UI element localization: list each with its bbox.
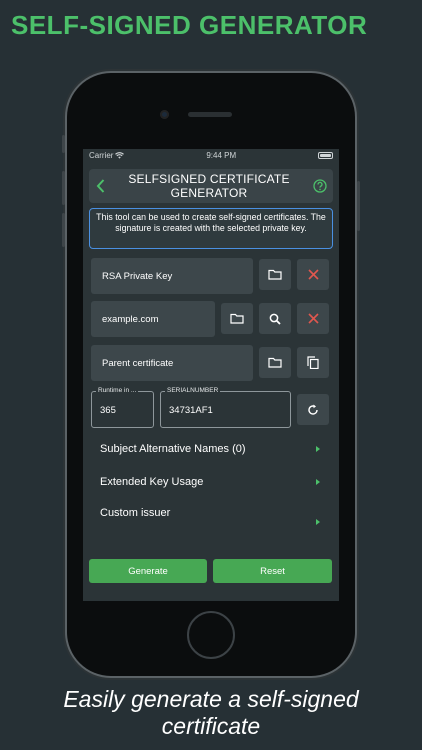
- earpiece: [188, 112, 232, 117]
- status-time: 9:44 PM: [206, 150, 237, 160]
- folder-icon[interactable]: [259, 347, 291, 378]
- chevron-right-icon: [316, 519, 320, 525]
- volume-up-button: [62, 171, 65, 205]
- extended-key-usage-label: Extended Key Usage: [100, 476, 204, 488]
- serial-number-label: SERIALNUMBER: [165, 387, 221, 394]
- wifi-icon: [115, 151, 125, 159]
- app-screen: Carrier 9:44 PM SELFSIGNED CERTIFICATE G…: [83, 149, 339, 601]
- folder-icon[interactable]: [259, 259, 291, 290]
- common-name-field[interactable]: example.com: [91, 301, 215, 337]
- extended-key-usage-row[interactable]: Extended Key Usage: [100, 476, 320, 488]
- custom-issuer-label: Custom issuer: [100, 507, 171, 519]
- serial-number-field[interactable]: SERIALNUMBER 34731AF1: [160, 387, 291, 428]
- front-camera: [160, 110, 169, 119]
- clear-common-name-icon[interactable]: [297, 303, 329, 334]
- carrier-label: Carrier: [89, 150, 114, 160]
- battery-icon: [318, 151, 333, 159]
- clear-private-key-icon[interactable]: [297, 259, 329, 290]
- parent-certificate-field[interactable]: Parent certificate: [91, 345, 253, 381]
- mute-switch: [62, 135, 65, 153]
- folder-icon[interactable]: [221, 303, 253, 334]
- promo-caption: Easily generate a self-signed certificat…: [63, 686, 359, 739]
- phone-frame: Carrier 9:44 PM SELFSIGNED CERTIFICATE G…: [62, 73, 360, 676]
- runtime-label: Runtime in ...: [96, 387, 139, 394]
- copy-icon[interactable]: [297, 347, 329, 378]
- serial-number-value: 34731AF1: [169, 405, 213, 416]
- volume-down-button: [62, 213, 65, 247]
- runtime-field[interactable]: Runtime in ... 365: [91, 387, 154, 428]
- navigation-bar: SELFSIGNED CERTIFICATE GENERATOR: [89, 169, 333, 203]
- san-label: Subject Alternative Names (0): [100, 443, 246, 455]
- refresh-icon[interactable]: [297, 394, 329, 425]
- search-icon[interactable]: [259, 303, 291, 334]
- runtime-value: 365: [100, 405, 116, 416]
- page-title: SELFSIGNED CERTIFICATE GENERATOR: [128, 172, 290, 200]
- status-bar: Carrier 9:44 PM: [83, 149, 339, 161]
- info-box: This tool can be used to create self-sig…: [89, 208, 333, 249]
- reset-button[interactable]: Reset: [213, 559, 332, 583]
- private-key-field[interactable]: RSA Private Key: [91, 258, 253, 294]
- question-circle-icon[interactable]: [307, 179, 333, 193]
- chevron-left-icon[interactable]: [89, 169, 111, 203]
- generate-button[interactable]: Generate: [89, 559, 207, 583]
- custom-issuer-row[interactable]: Custom issuer: [100, 507, 320, 529]
- home-button[interactable]: [187, 611, 235, 659]
- chevron-right-icon: [316, 479, 320, 485]
- promo-headline: SELF-SIGNED GENERATOR: [11, 10, 368, 40]
- power-button: [357, 181, 360, 231]
- san-row[interactable]: Subject Alternative Names (0): [100, 443, 320, 455]
- chevron-right-icon: [316, 446, 320, 452]
